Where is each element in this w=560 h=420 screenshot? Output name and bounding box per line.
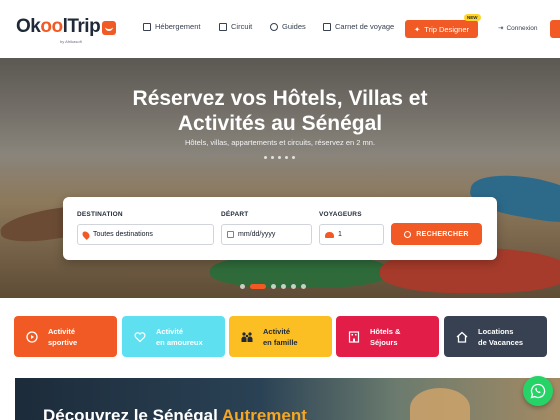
category-label: Locations de Vacances [478,326,524,347]
category-hotels-sejours[interactable]: Hôtels & Séjours [336,316,439,357]
carousel-dot[interactable] [281,284,286,289]
carousel-dot[interactable] [301,284,306,289]
sparkle-icon: ✦ [413,24,421,34]
location-pin-icon [81,229,91,240]
travelers-input[interactable]: 1 [319,224,384,245]
banner-image [410,388,470,420]
category-activite-en-famille[interactable]: Activité en famille [229,316,332,357]
building-icon [143,22,151,31]
destination-label: DESTINATION [77,211,123,218]
family-icon [241,331,253,343]
hero-section: Réservez vos Hôtels, Villas et Activités… [0,58,560,298]
category-activite-sportive[interactable]: Activité sportive [14,316,117,357]
carousel-indicators [240,284,306,289]
whatsapp-icon [530,383,546,399]
calendar-icon [227,231,234,238]
travelers-value: 1 [338,231,342,238]
category-label: Hôtels & Séjours [370,326,401,347]
category-label: Activité sportive [48,326,78,347]
logo-text-ok: Ok [16,16,41,37]
suitcase-icon [102,21,117,35]
search-button[interactable]: RECHERCHER [391,223,482,245]
top-navbar: OkoolTrip by Afrikasoft Hébergement Circ… [0,0,560,58]
nav-label: Guides [282,22,306,31]
hotel-icon [348,330,360,343]
hero-title: Réservez vos Hôtels, Villas et Activités… [0,86,560,136]
nav-label: Circuit [231,22,253,31]
hero-title-line: Réservez vos Hôtels, Villas et [132,87,428,110]
new-badge: NEW [464,14,481,21]
travelers-label: VOYAGEURS [319,211,362,218]
map-icon [219,22,227,31]
book-icon [323,22,331,31]
departure-placeholder: mm/dd/yyyy [238,231,276,238]
login-label: Connexion [506,24,538,32]
hero-decor-dots [264,156,295,159]
discover-banner: Découvrez le Sénégal Autrement [15,378,560,420]
category-label: Activité en famille [263,326,298,347]
house-icon [456,331,468,343]
destination-value: Toutes destinations [93,231,153,238]
destination-select[interactable]: Toutes destinations [77,224,214,245]
logo-text-oo: oo [40,16,63,37]
category-label: Activité en amoureux [156,326,203,347]
carousel-dot[interactable] [240,284,245,289]
play-circle-icon [26,330,38,343]
category-locations-de-vacances[interactable]: Locations de Vacances [444,316,547,357]
trip-designer-label: Trip Designer [424,24,470,34]
logo-tagline: by Afrikasoft [60,39,82,44]
logo-text-trip: Trip [67,16,101,37]
banner-title: Découvrez le Sénégal Autrement [43,406,307,420]
okooltrip-logo[interactable]: OkoolTrip by Afrikasoft [16,16,117,44]
nav-label: Carnet de voyage [335,22,395,31]
carousel-dot[interactable] [291,284,296,289]
login-icon: ⇥ [498,25,504,32]
trip-designer-button[interactable]: ✦ Trip Designer [405,20,478,38]
nav-circuit[interactable]: Circuit [219,22,252,31]
users-icon [325,231,334,238]
users-icon [270,22,278,31]
account-button[interactable] [550,20,560,38]
carousel-dot-active[interactable] [250,284,266,289]
category-activite-en-amoureux[interactable]: Activité en amoureux [122,316,225,357]
departure-date-input[interactable]: mm/dd/yyyy [221,224,312,245]
whatsapp-chat-button[interactable] [523,376,553,406]
nav-guides[interactable]: Guides [270,22,306,31]
nav-hebergement[interactable]: Hébergement [143,22,200,31]
search-icon [404,230,412,238]
carousel-dot[interactable] [271,284,276,289]
search-form: DESTINATION Toutes destinations DÉPART m… [63,197,497,260]
departure-label: DÉPART [221,211,249,218]
hero-subtitle: Hôtels, villas, appartements et circuits… [184,138,376,147]
search-button-label: RECHERCHER [416,230,469,238]
login-link[interactable]: ⇥ Connexion [498,24,538,33]
heart-icon [134,331,146,343]
banner-title-main: Découvrez le Sénégal [43,406,222,420]
hero-title-line: Activités au Sénégal [177,112,383,135]
banner-title-accent: Autrement [221,406,307,420]
nav-label: Hébergement [155,22,201,31]
nav-carnet-de-voyage[interactable]: Carnet de voyage [323,22,394,31]
